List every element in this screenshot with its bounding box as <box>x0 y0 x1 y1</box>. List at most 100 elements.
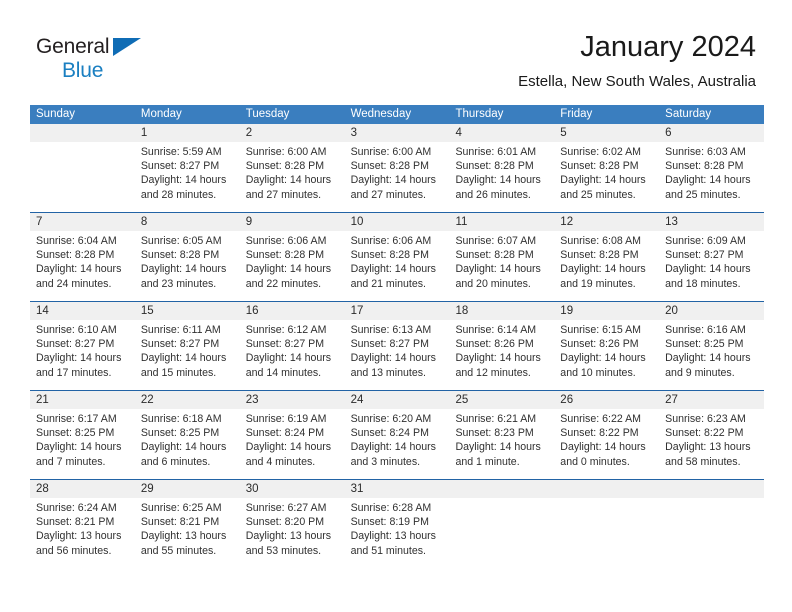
day-detail-line: and 3 minutes. <box>350 455 421 468</box>
day-cell-27[interactable]: Sunrise: 6:23 AM Sunset: 8:22 PM Daylight:… <box>659 409 764 479</box>
day-cell-24[interactable]: Sunrise: 6:20 AM Sunset: 8:24 PM Daylight:… <box>345 409 450 479</box>
day-detail-line: Sunset: 8:28 PM <box>350 249 429 262</box>
day-detail-line: Sunrise: 6:10 AM <box>36 324 117 336</box>
day-number-14[interactable]: 14 <box>30 302 135 320</box>
day-detail-line: Sunset: 8:28 PM <box>560 249 639 262</box>
day-detail-line: and 24 minutes. <box>36 277 112 290</box>
calendar-week-row: 28 29 30 31 Sunrise: 6:24 AM Sunset: 8:21 PM D… <box>30 479 764 568</box>
day-detail-strip: Sunrise: 6:24 AM Sunset: 8:21 PM Daylight:… <box>30 498 764 568</box>
day-number-7[interactable]: 7 <box>30 213 135 231</box>
day-detail-line: Sunset: 8:28 PM <box>245 160 325 173</box>
day-cell-26[interactable]: Sunrise: 6:22 AM Sunset: 8:22 PM Daylight:… <box>554 409 659 479</box>
day-cell-2[interactable]: Sunrise: 6:00 AM Sunset: 8:28 PM Daylight:… <box>240 142 345 212</box>
day-number-4[interactable]: 4 <box>449 124 554 142</box>
weekday-header-row: Sunday Monday Tuesday Wednesday Thursday Frid… <box>30 105 764 124</box>
day-detail-line: and 21 minutes. <box>350 277 426 290</box>
day-cell-30[interactable]: Sunrise: 6:27 AM Sunset: 8:20 PM Daylight:… <box>240 498 345 568</box>
day-number-30[interactable]: 30 <box>240 480 345 498</box>
day-number-17[interactable]: 17 <box>345 302 450 320</box>
day-cell-5[interactable]: Sunrise: 6:02 AM Sunset: 8:28 PM Daylight:… <box>554 142 659 212</box>
day-cell-1[interactable]: Sunrise: 5:59 AM Sunset: 8:27 PM Daylight:… <box>135 142 240 212</box>
day-cell-8[interactable]: Sunrise: 6:05 AM Sunset: 8:28 PM Daylight:… <box>135 231 240 301</box>
day-cell-16[interactable]: Sunrise: 6:12 AM Sunset: 8:27 PM Daylight:… <box>240 320 345 390</box>
day-number-24[interactable]: 24 <box>345 391 450 409</box>
day-detail-line: Sunrise: 6:25 AM <box>140 502 222 514</box>
date-number-strip: 28 29 30 31 <box>30 480 764 498</box>
day-number-28[interactable]: 28 <box>30 480 135 498</box>
day-cell-3[interactable]: Sunrise: 6:00 AM Sunset: 8:28 PM Daylight:… <box>345 142 450 212</box>
day-detail-line: Daylight: 14 hours <box>665 352 751 365</box>
day-cell-20[interactable]: Sunrise: 6:16 AM Sunset: 8:25 PM Daylight:… <box>659 320 764 390</box>
day-number-15[interactable]: 15 <box>135 302 240 320</box>
day-detail-line: Sunrise: 6:00 AM <box>350 146 432 158</box>
day-number-12[interactable]: 12 <box>554 213 659 231</box>
day-cell-13[interactable]: Sunrise: 6:09 AM Sunset: 8:27 PM Daylight:… <box>659 231 764 301</box>
page-subtitle: Estella, New South Wales, Australia <box>518 73 756 90</box>
day-detail-line: Sunrise: 6:01 AM <box>455 146 537 158</box>
weekday-header-saturday: Saturday <box>665 108 712 120</box>
day-detail-line: Sunset: 8:28 PM <box>455 160 534 173</box>
day-number-1[interactable]: 1 <box>135 124 240 142</box>
day-detail-line: and 23 minutes. <box>140 277 217 290</box>
day-cell-17[interactable]: Sunrise: 6:13 AM Sunset: 8:27 PM Daylight:… <box>345 320 450 390</box>
day-detail-line: Sunset: 8:27 PM <box>140 338 220 351</box>
day-detail-line: Sunrise: 6:27 AM <box>245 502 327 514</box>
day-number-23[interactable]: 23 <box>240 391 345 409</box>
day-cell-25[interactable]: Sunrise: 6:21 AM Sunset: 8:23 PM Daylight:… <box>449 409 554 479</box>
day-cell-4[interactable]: Sunrise: 6:01 AM Sunset: 8:28 PM Daylight:… <box>449 142 554 212</box>
day-detail-line: and 58 minutes. <box>665 455 741 468</box>
day-number-8[interactable]: 8 <box>135 213 240 231</box>
day-number-16[interactable]: 16 <box>240 302 345 320</box>
day-detail-line: Daylight: 14 hours <box>560 174 646 187</box>
day-detail-strip: Sunrise: 5:59 AM Sunset: 8:27 PM Daylight:… <box>30 142 764 212</box>
day-detail-line: Sunset: 8:19 PM <box>350 516 429 529</box>
day-cell-18[interactable]: Sunrise: 6:14 AM Sunset: 8:26 PM Daylight:… <box>449 320 554 390</box>
day-detail-line: Daylight: 14 hours <box>350 263 436 276</box>
day-number-27[interactable]: 27 <box>659 391 764 409</box>
day-number-3[interactable]: 3 <box>345 124 450 142</box>
day-number-13[interactable]: 13 <box>659 213 764 231</box>
day-number-19[interactable]: 19 <box>554 302 659 320</box>
day-number-2[interactable]: 2 <box>240 124 345 142</box>
day-number-29[interactable]: 29 <box>135 480 240 498</box>
day-detail-line: Sunset: 8:20 PM <box>245 516 325 529</box>
day-cell-7[interactable]: Sunrise: 6:04 AM Sunset: 8:28 PM Daylight:… <box>30 231 135 301</box>
day-number-11[interactable]: 11 <box>449 213 554 231</box>
day-detail-line: Sunrise: 6:20 AM <box>350 413 432 425</box>
day-number-9[interactable]: 9 <box>240 213 345 231</box>
day-cell-14[interactable]: Sunrise: 6:10 AM Sunset: 8:27 PM Daylight:… <box>30 320 135 390</box>
day-cell-21[interactable]: Sunrise: 6:17 AM Sunset: 8:25 PM Daylight:… <box>30 409 135 479</box>
day-cell-22[interactable]: Sunrise: 6:18 AM Sunset: 8:25 PM Daylight:… <box>135 409 240 479</box>
day-detail-line: Daylight: 14 hours <box>560 263 646 276</box>
day-detail-line: Daylight: 14 hours <box>140 174 227 187</box>
day-number-5[interactable]: 5 <box>554 124 659 142</box>
day-detail-line: and 15 minutes. <box>140 366 217 379</box>
day-number-25[interactable]: 25 <box>449 391 554 409</box>
day-cell-15[interactable]: Sunrise: 6:11 AM Sunset: 8:27 PM Daylight:… <box>135 320 240 390</box>
day-number-22[interactable]: 22 <box>135 391 240 409</box>
day-detail-line: Sunset: 8:28 PM <box>455 249 534 262</box>
day-cell-6[interactable]: Sunrise: 6:03 AM Sunset: 8:28 PM Daylight:… <box>659 142 764 212</box>
day-cell-31[interactable]: Sunrise: 6:28 AM Sunset: 8:19 PM Daylight:… <box>345 498 450 568</box>
day-detail-line: Sunset: 8:26 PM <box>455 338 534 351</box>
day-number-6[interactable]: 6 <box>659 124 764 142</box>
day-number-21[interactable]: 21 <box>30 391 135 409</box>
day-number-26[interactable]: 26 <box>554 391 659 409</box>
day-detail-line: Sunset: 8:25 PM <box>140 427 220 440</box>
day-number-31[interactable]: 31 <box>345 480 450 498</box>
day-cell-19[interactable]: Sunrise: 6:15 AM Sunset: 8:26 PM Daylight:… <box>554 320 659 390</box>
day-cell-10[interactable]: Sunrise: 6:06 AM Sunset: 8:28 PM Daylight:… <box>345 231 450 301</box>
day-cell-29[interactable]: Sunrise: 6:25 AM Sunset: 8:21 PM Daylight:… <box>135 498 240 568</box>
day-number-10[interactable]: 10 <box>345 213 450 231</box>
day-number-18[interactable]: 18 <box>449 302 554 320</box>
day-cell-28[interactable]: Sunrise: 6:24 AM Sunset: 8:21 PM Daylight:… <box>30 498 135 568</box>
day-number-20[interactable]: 20 <box>659 302 764 320</box>
day-detail-line: Sunrise: 6:06 AM <box>245 235 327 247</box>
day-cell-23[interactable]: Sunrise: 6:19 AM Sunset: 8:24 PM Daylight:… <box>240 409 345 479</box>
day-detail-line: Sunrise: 6:23 AM <box>665 413 746 425</box>
day-detail-line: Sunset: 8:27 PM <box>665 249 744 262</box>
day-detail-line: and 19 minutes. <box>560 277 636 290</box>
day-cell-11[interactable]: Sunrise: 6:07 AM Sunset: 8:28 PM Daylight:… <box>449 231 554 301</box>
day-cell-9[interactable]: Sunrise: 6:06 AM Sunset: 8:28 PM Daylight:… <box>240 231 345 301</box>
day-cell-12[interactable]: Sunrise: 6:08 AM Sunset: 8:28 PM Daylight:… <box>554 231 659 301</box>
